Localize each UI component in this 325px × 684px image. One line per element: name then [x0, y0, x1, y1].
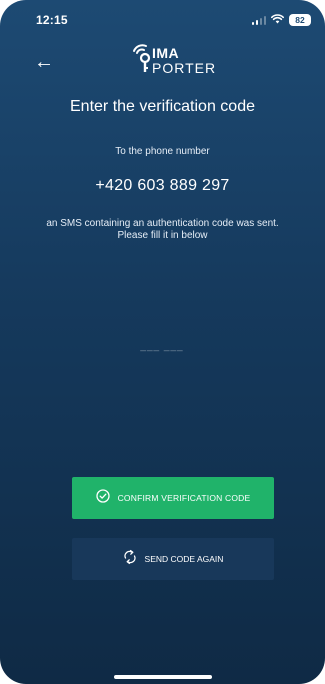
confirm-verification-button[interactable]: CONFIRM VERIFICATION CODE: [72, 477, 274, 519]
code-placeholder: ___ ___: [140, 340, 184, 352]
home-indicator[interactable]: [114, 675, 212, 679]
wifi-icon: [271, 11, 284, 29]
page-title: Enter the verification code: [70, 98, 255, 115]
check-circle-icon: [95, 488, 110, 508]
sms-info-text: an SMS containing an authentication code…: [46, 218, 279, 241]
signal-icon: [251, 15, 266, 25]
send-code-again-button[interactable]: SEND CODE AGAIN: [72, 538, 274, 580]
status-bar: 12:15 82: [0, 0, 325, 40]
logo-text-porter: PORTER: [152, 60, 217, 76]
intro-text: To the phone number: [115, 146, 210, 157]
logo-text-ima: IMA: [152, 45, 180, 61]
resend-button-label: SEND CODE AGAIN: [144, 554, 224, 564]
key-wifi-icon: [133, 44, 151, 72]
back-arrow-icon: ←: [34, 50, 54, 73]
status-indicators: 82: [251, 11, 311, 29]
phone-number: +420 603 889 297: [95, 177, 230, 194]
refresh-icon: [123, 549, 137, 570]
verification-code-input[interactable]: ___ ___: [112, 332, 212, 360]
battery-icon: 82: [289, 14, 311, 26]
confirm-button-label: CONFIRM VERIFICATION CODE: [117, 493, 251, 503]
status-time: 12:15: [36, 13, 68, 27]
app-logo: IMA PORTER: [130, 40, 240, 82]
phone-screen: 12:15 82 ← IMA PORTER Enter the verifica…: [0, 0, 325, 684]
back-button[interactable]: ←: [30, 48, 58, 76]
